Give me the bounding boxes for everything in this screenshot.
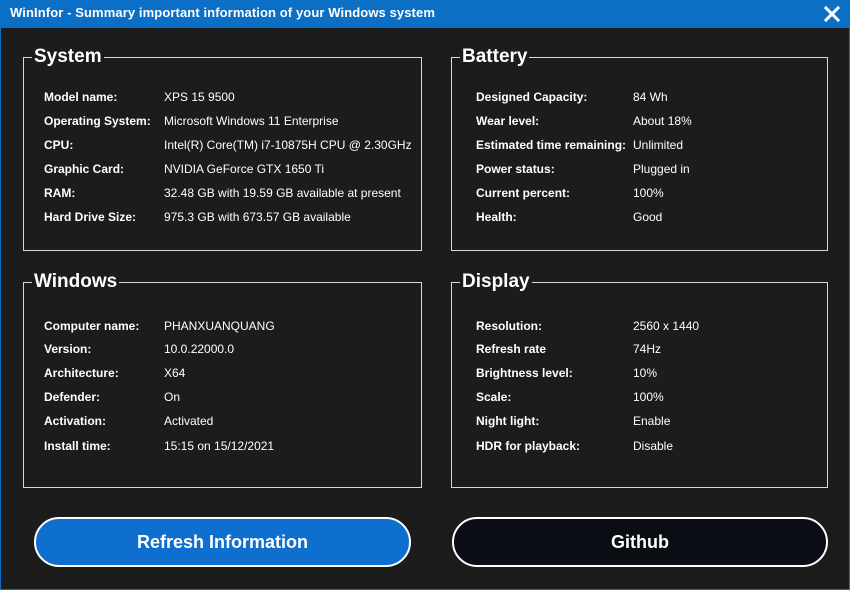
display-value-hdr: Disable <box>633 439 674 453</box>
close-icon <box>824 6 840 22</box>
display-label-nightlight: Night light: <box>476 414 540 428</box>
battery-label-time: Estimated time remaining: <box>476 138 627 152</box>
display-label-resolution: Resolution: <box>476 319 542 333</box>
windows-label-arch: Architecture: <box>44 366 119 380</box>
battery-label-percent: Current percent: <box>476 186 571 200</box>
windows-value-activation: Activated <box>164 414 214 428</box>
system-label-cpu: CPU: <box>44 138 74 152</box>
system-value-cpu: Intel(R) Core(TM) i7-10875H CPU @ 2.30GH… <box>164 138 412 152</box>
battery-label-health: Health: <box>476 210 517 224</box>
system-group: System Model name: XPS 15 9500 Operating… <box>23 46 422 251</box>
system-label-disk: Hard Drive Size: <box>44 210 137 224</box>
display-label-scale: Scale: <box>476 390 512 404</box>
windows-group-title: Windows <box>32 271 120 293</box>
windows-label-install: Install time: <box>44 439 111 453</box>
system-value-ram: 32.48 GB with 19.59 GB available at pres… <box>164 186 401 200</box>
system-value-gpu: NVIDIA GeForce GTX 1650 Ti <box>164 162 325 176</box>
battery-group-title: Battery <box>460 46 530 68</box>
system-label-gpu: Graphic Card: <box>44 162 125 176</box>
battery-value-capacity: 84 Wh <box>633 90 668 104</box>
system-label-os: Operating System: <box>44 114 151 128</box>
windows-value-defender: On <box>164 390 181 404</box>
windows-value-version: 10.0.22000.0 <box>164 342 235 356</box>
display-group-title: Display <box>460 271 532 293</box>
battery-value-health: Good <box>633 210 663 224</box>
system-label-ram: RAM: <box>44 186 76 200</box>
window-title: WinInfor - Summary important information… <box>10 5 435 20</box>
windows-value-arch: X64 <box>164 366 186 380</box>
battery-value-time: Unlimited <box>633 138 684 152</box>
battery-value-power: Plugged in <box>633 162 690 176</box>
battery-label-wear: Wear level: <box>476 114 540 128</box>
battery-group: Battery Designed Capacity: 84 Wh Wear le… <box>451 46 828 251</box>
system-value-os: Microsoft Windows 11 Enterprise <box>164 114 339 128</box>
battery-label-capacity: Designed Capacity: <box>476 90 588 104</box>
refresh-information-button[interactable]: Refresh Information <box>34 517 411 567</box>
battery-label-power: Power status: <box>476 162 555 176</box>
windows-value-computer: PHANXUANQUANG <box>164 319 275 333</box>
windows-value-install: 15:15 on 15/12/2021 <box>164 439 275 453</box>
system-value-model: XPS 15 9500 <box>164 90 235 104</box>
battery-value-wear: About 18% <box>633 114 692 128</box>
windows-label-activation: Activation: <box>44 414 107 428</box>
main-panel: System Model name: XPS 15 9500 Operating… <box>1 28 849 589</box>
display-label-hdr: HDR for playback: <box>476 439 581 453</box>
close-button[interactable] <box>822 4 842 24</box>
display-value-refresh: 74Hz <box>633 342 662 356</box>
title-bar[interactable]: WinInfor - Summary important information… <box>0 0 850 28</box>
system-label-model: Model name: <box>44 90 118 104</box>
windows-group: Windows Computer name: PHANXUANQUANG Ver… <box>23 271 422 488</box>
display-value-nightlight: Enable <box>633 414 671 428</box>
display-value-resolution: 2560 x 1440 <box>633 319 700 333</box>
display-value-brightness: 10% <box>633 366 658 380</box>
windows-label-version: Version: <box>44 342 92 356</box>
refresh-button-label: Refresh Information <box>136 531 309 552</box>
github-button-label: Github <box>611 531 669 552</box>
windows-label-defender: Defender: <box>44 390 101 404</box>
system-value-disk: 975.3 GB with 673.57 GB available <box>164 210 351 224</box>
windows-label-computer: Computer name: <box>44 319 140 333</box>
display-value-scale: 100% <box>633 390 664 404</box>
system-group-title: System <box>32 46 104 68</box>
battery-value-percent: 100% <box>633 186 664 200</box>
github-button[interactable]: Github <box>452 517 828 567</box>
display-label-refresh: Refresh rate <box>476 342 547 356</box>
display-group: Display Resolution: 2560 x 1440 Refresh … <box>451 271 828 488</box>
display-label-brightness: Brightness level: <box>476 366 573 380</box>
